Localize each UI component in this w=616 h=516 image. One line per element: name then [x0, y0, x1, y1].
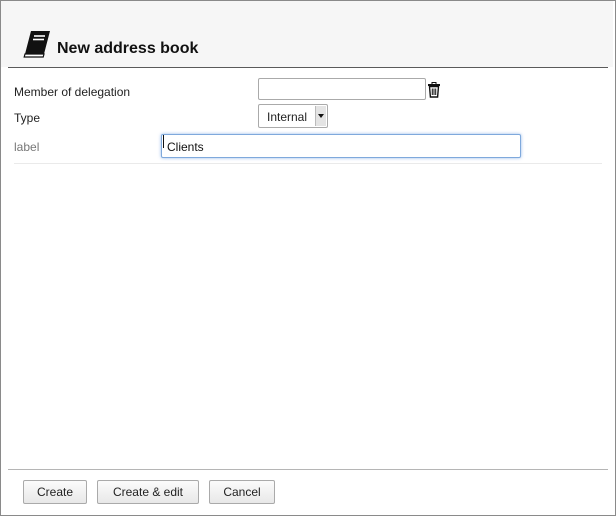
book-label-value: Clients	[167, 140, 204, 154]
book-label-label: label	[14, 140, 40, 154]
create-edit-button[interactable]: Create & edit	[97, 480, 199, 504]
delegation-label: Member of delegation	[14, 85, 131, 99]
type-label: Type	[14, 111, 41, 125]
type-select-value: Internal	[267, 110, 308, 124]
trash-icon[interactable]	[427, 82, 441, 98]
type-select[interactable]: Internal	[258, 104, 328, 128]
text-caret	[163, 135, 164, 148]
cancel-button[interactable]: Cancel	[209, 480, 275, 504]
dialog-title: New address book	[57, 40, 199, 57]
create-button[interactable]: Create	[23, 480, 87, 504]
footer-divider	[8, 469, 608, 470]
book-label-input[interactable]: Clients	[161, 134, 521, 158]
chevron-down-icon	[318, 114, 324, 118]
address-book-icon	[23, 31, 50, 58]
header-divider	[8, 67, 608, 68]
delegation-input[interactable]	[258, 78, 426, 100]
row-divider	[14, 163, 602, 164]
select-arrow	[315, 106, 326, 126]
